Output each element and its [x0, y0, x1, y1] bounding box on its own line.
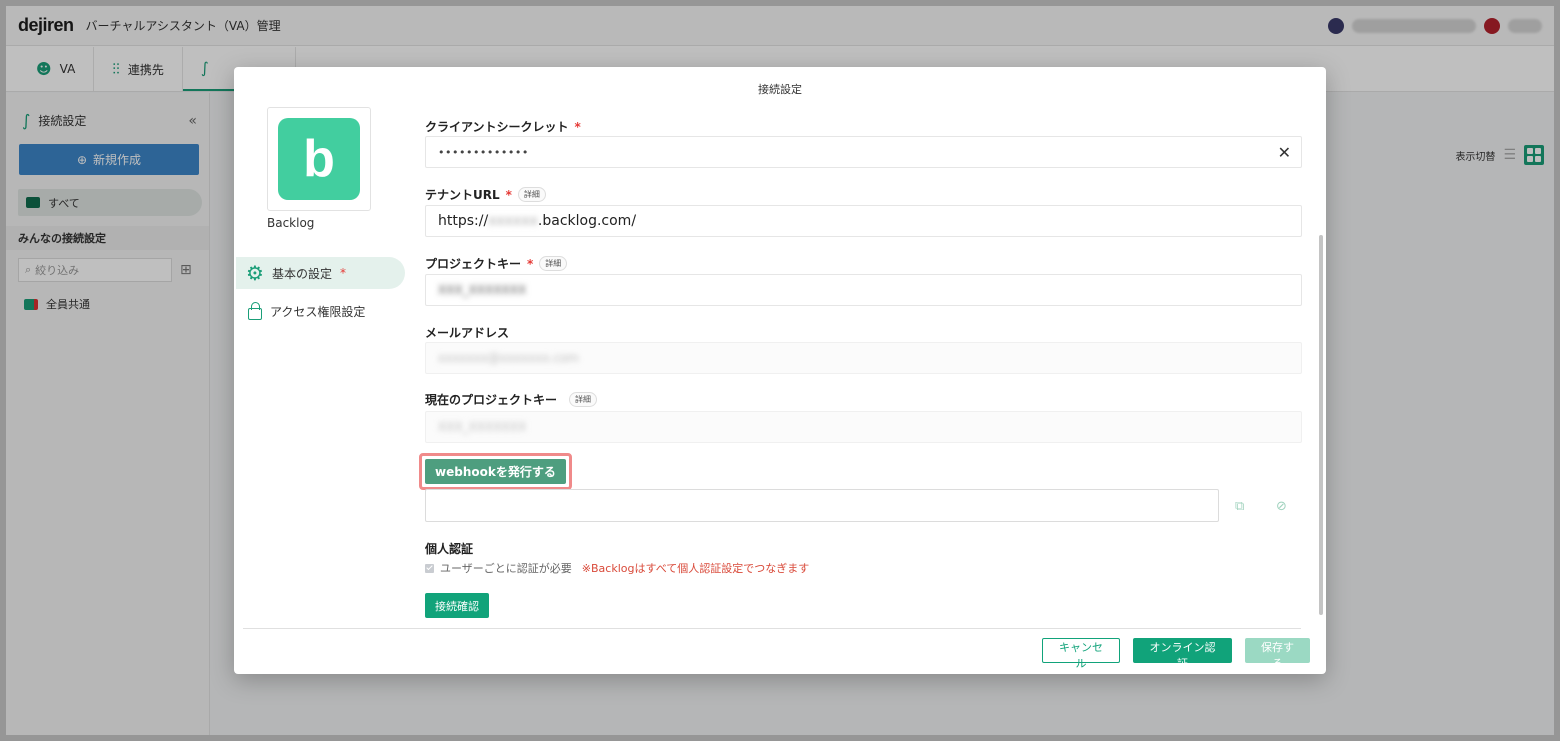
detail-chip[interactable]: 詳細 — [569, 392, 598, 407]
email-field: xxxxxxx@xxxxxxx.com — [425, 342, 1302, 374]
backlog-logo: b — [278, 118, 360, 200]
personal-auth-checkbox-label: ユーザーごとに認証が必要 — [440, 562, 572, 575]
required-marker: * — [505, 187, 512, 202]
cancel-button[interactable]: キャンセル — [1042, 638, 1120, 670]
nav-basic-label: 基本の設定 — [271, 266, 332, 281]
nav-access-settings[interactable]: アクセス権限設定 — [248, 301, 366, 320]
footer-divider — [243, 628, 1301, 629]
tenant-url-input[interactable]: https:// xxxxxx .backlog.com/ — [425, 205, 1302, 237]
clear-icon[interactable]: ✕ — [1278, 143, 1291, 162]
client-secret-label-text: クライアントシークレット — [425, 120, 569, 134]
personal-auth-checkbox[interactable] — [425, 563, 434, 573]
current-project-key-masked: XXX_XXXXXXX — [438, 420, 527, 434]
tenant-url-masked: xxxxxx — [488, 213, 538, 229]
client-secret-input[interactable]: ••••••••••••• ✕ — [425, 136, 1302, 168]
personal-auth-label-text: 個人認証 — [425, 542, 474, 556]
personal-auth-row: ユーザーごとに認証が必要 ※Backlogはすべて個人認証設定でつなぎます — [425, 560, 809, 576]
dialog-title: 接続設定 — [758, 83, 802, 96]
client-secret-label: クライアントシークレット * — [425, 118, 581, 135]
gear-icon: ⚙ — [246, 261, 264, 285]
webhook-highlight: webhookを発行する — [419, 453, 572, 490]
issue-webhook-button[interactable]: webhookを発行する — [425, 459, 566, 484]
personal-auth-label: 個人認証 — [425, 540, 473, 557]
service-card: b — [267, 107, 371, 211]
online-auth-button[interactable]: オンライン認証 — [1133, 638, 1232, 670]
connection-settings-dialog: 接続設定 b Backlog ⚙ 基本の設定 * アクセス権限設定 クライアント… — [234, 67, 1326, 674]
nav-basic-settings[interactable]: ⚙ 基本の設定 * — [236, 257, 405, 289]
save-button[interactable]: 保存する — [1245, 638, 1310, 670]
client-secret-value: ••••••••••••• — [438, 145, 529, 159]
project-key-input[interactable]: XXX_XXXXXXX — [425, 274, 1302, 306]
dialog-scrollbar[interactable] — [1319, 235, 1323, 615]
eye-off-icon[interactable]: ⊘ — [1276, 499, 1287, 514]
tenant-url-label-text: テナントURL — [425, 188, 500, 202]
copy-icon[interactable]: ⧉ — [1235, 499, 1244, 514]
email-masked: xxxxxxx@xxxxxxx.com — [438, 351, 579, 365]
service-name: Backlog — [267, 216, 315, 230]
webhook-url-input[interactable] — [425, 489, 1219, 522]
tenant-url-suffix: .backlog.com/ — [537, 213, 637, 229]
project-key-masked: XXX_XXXXXXX — [438, 283, 527, 297]
lock-icon — [248, 301, 262, 320]
project-key-label-text: プロジェクトキー — [425, 257, 522, 271]
nav-access-label: アクセス権限設定 — [270, 305, 366, 319]
detail-chip[interactable]: 詳細 — [517, 187, 546, 202]
required-marker: * — [527, 256, 534, 271]
required-marker: * — [339, 266, 346, 280]
required-marker: * — [574, 119, 581, 134]
current-project-key-label-text: 現在のプロジェクトキー — [425, 393, 558, 407]
current-project-key-field: XXX_XXXXXXX — [425, 411, 1302, 443]
email-label-text: メールアドレス — [425, 326, 510, 340]
project-key-label: プロジェクトキー * 詳細 — [425, 255, 568, 272]
tenant-url-prefix: https:// — [438, 213, 489, 229]
tenant-url-label: テナントURL * 詳細 — [425, 186, 546, 203]
email-label: メールアドレス — [425, 324, 509, 341]
detail-chip[interactable]: 詳細 — [539, 256, 568, 271]
verify-connection-button[interactable]: 接続確認 — [425, 593, 489, 618]
current-project-key-label: 現在のプロジェクトキー 詳細 — [425, 391, 598, 408]
personal-auth-warning: ※Backlogはすべて個人認証設定でつなぎます — [581, 562, 810, 575]
